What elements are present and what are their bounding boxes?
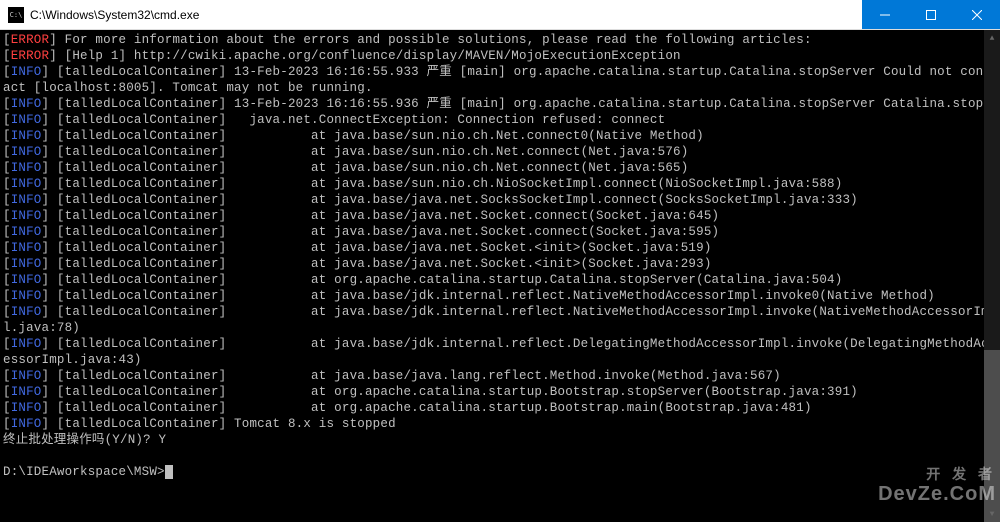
log-line: [INFO] [talledLocalContainer] at java.ba… — [3, 144, 997, 160]
minimize-button[interactable] — [862, 0, 908, 29]
maximize-button[interactable] — [908, 0, 954, 29]
scrollbar[interactable]: ▲ ▼ — [984, 30, 1000, 522]
log-line: [INFO] [talledLocalContainer] at java.ba… — [3, 368, 997, 384]
cursor — [165, 465, 173, 479]
scroll-down-arrow[interactable]: ▼ — [984, 506, 1000, 522]
log-line: [INFO] [talledLocalContainer] at java.ba… — [3, 128, 997, 144]
log-line: [INFO] [talledLocalContainer] at org.apa… — [3, 384, 997, 400]
log-line: [INFO] [talledLocalContainer] at java.ba… — [3, 336, 997, 368]
scroll-up-arrow[interactable]: ▲ — [984, 30, 1000, 46]
terminal-output[interactable]: [ERROR] For more information about the e… — [0, 30, 1000, 522]
scrollbar-thumb[interactable] — [984, 350, 1000, 522]
log-line: [INFO] [talledLocalContainer] at java.ba… — [3, 304, 997, 336]
log-line: [INFO] [talledLocalContainer] Tomcat 8.x… — [3, 416, 997, 432]
window-title: C:\Windows\System32\cmd.exe — [30, 8, 862, 22]
log-line: [INFO] [talledLocalContainer] at org.apa… — [3, 400, 997, 416]
log-line: [INFO] [talledLocalContainer] at java.ba… — [3, 224, 997, 240]
log-line: [INFO] [talledLocalContainer] at java.ba… — [3, 288, 997, 304]
cmd-icon — [8, 7, 24, 23]
log-line: [INFO] [talledLocalContainer] at org.apa… — [3, 272, 997, 288]
log-line: [ERROR] [Help 1] http://cwiki.apache.org… — [3, 48, 997, 64]
batch-prompt: 终止批处理操作吗(Y/N)? Y — [3, 432, 997, 448]
log-line: [ERROR] For more information about the e… — [3, 32, 997, 48]
empty-line — [3, 448, 997, 464]
log-line: [INFO] [talledLocalContainer] at java.ba… — [3, 192, 997, 208]
titlebar: C:\Windows\System32\cmd.exe — [0, 0, 1000, 30]
close-button[interactable] — [954, 0, 1000, 29]
log-line: [INFO] [talledLocalContainer] at java.ba… — [3, 208, 997, 224]
log-line: [INFO] [talledLocalContainer] 13-Feb-202… — [3, 64, 997, 96]
log-line: [INFO] [talledLocalContainer] at java.ba… — [3, 176, 997, 192]
log-line: [INFO] [talledLocalContainer] java.net.C… — [3, 112, 997, 128]
log-line: [INFO] [talledLocalContainer] at java.ba… — [3, 160, 997, 176]
log-line: [INFO] [talledLocalContainer] 13-Feb-202… — [3, 96, 997, 112]
log-line: [INFO] [talledLocalContainer] at java.ba… — [3, 240, 997, 256]
log-line: [INFO] [talledLocalContainer] at java.ba… — [3, 256, 997, 272]
command-prompt[interactable]: D:\IDEAworkspace\MSW> — [3, 464, 997, 480]
